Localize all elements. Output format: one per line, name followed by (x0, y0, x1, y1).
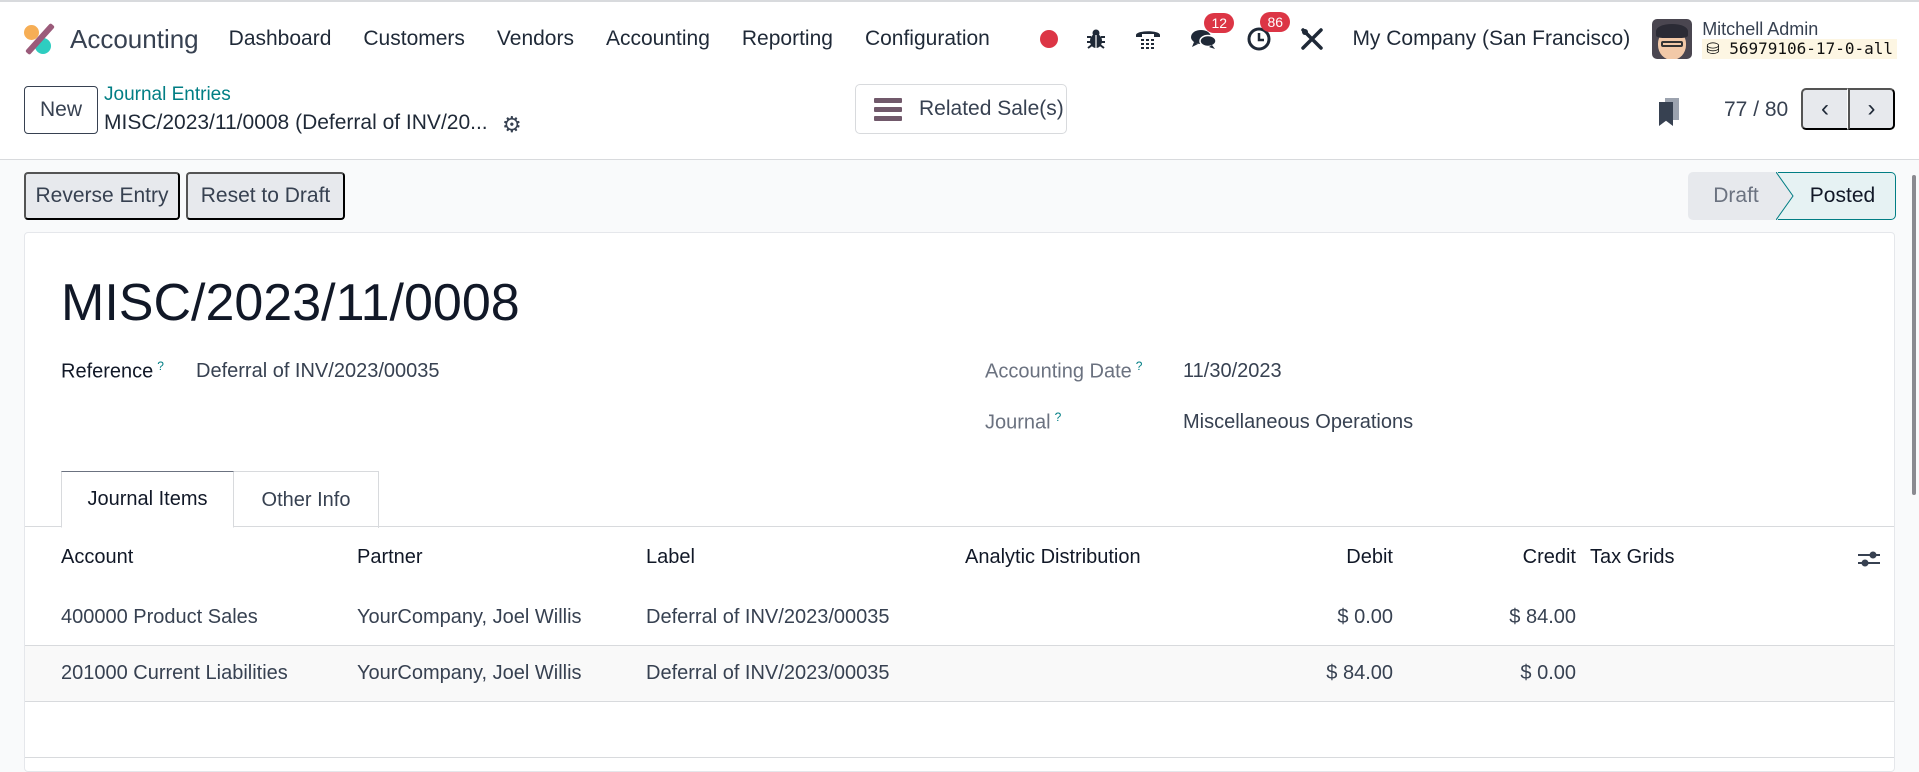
gear-icon[interactable]: ⚙ (502, 112, 522, 138)
database-label: 56979106-17-0-all (1729, 39, 1893, 58)
help-icon[interactable]: ? (157, 359, 164, 373)
menu-customers[interactable]: Customers (363, 27, 465, 51)
column-partner[interactable]: Partner (357, 546, 423, 569)
accounting-date-value[interactable]: 11/30/2023 (1183, 360, 1282, 383)
cell-label: Deferral of INV/2023/00035 (646, 662, 890, 684)
pager-buttons: ‹ › (1801, 88, 1895, 130)
user-name: Mitchell Admin (1702, 19, 1819, 39)
new-button[interactable]: New (24, 86, 98, 134)
cell-account: 400000 Product Sales (61, 606, 258, 628)
breadcrumb-journal-entries[interactable]: Journal Entries (104, 84, 231, 106)
status-arrow-icon (1776, 172, 1794, 220)
systray: 12 86 My Company (San Francisco) Mitchel… (1026, 12, 1897, 59)
table-empty-row[interactable] (25, 702, 1894, 758)
help-icon[interactable]: ? (1136, 359, 1143, 373)
pager-next-button[interactable]: › (1848, 88, 1895, 130)
status-draft[interactable]: Draft (1688, 172, 1778, 220)
form-sheet: MISC/2023/11/0008 Reference? Deferral of… (24, 232, 1895, 772)
activities-badge: 86 (1260, 12, 1291, 32)
tab-other-info[interactable]: Other Info (234, 471, 379, 528)
reference-label: Reference? (61, 359, 164, 383)
menu-vendors[interactable]: Vendors (497, 27, 574, 51)
column-debit[interactable]: Debit (1225, 546, 1393, 569)
table-header: Account Partner Label Analytic Distribut… (25, 528, 1894, 590)
app-brand[interactable]: Accounting (22, 22, 229, 56)
page-scrollbar[interactable] (1912, 175, 1916, 495)
status-bar: Reverse Entry Reset to Draft Draft Poste… (0, 160, 1919, 232)
menu-accounting[interactable]: Accounting (606, 27, 710, 51)
pager-previous-button[interactable]: ‹ (1801, 88, 1848, 130)
tools-icon[interactable] (1300, 27, 1324, 51)
reset-to-draft-button[interactable]: Reset to Draft (186, 172, 345, 220)
optional-columns-icon[interactable] (1858, 550, 1880, 568)
notebook-tabs: Journal Items Other Info (25, 469, 1894, 528)
related-sales-label: Related Sale(s) (919, 97, 1064, 120)
column-credit[interactable]: Credit (1425, 546, 1576, 569)
cell-label: Deferral of INV/2023/00035 (646, 606, 890, 628)
clock-icon[interactable]: 86 (1246, 12, 1291, 52)
database-name: ⛁ 56979106-17-0-all (1702, 39, 1897, 59)
accounting-date-label: Accounting Date? (985, 359, 1143, 383)
user-avatar[interactable] (1652, 19, 1693, 59)
user-menu[interactable]: Mitchell Admin ⛁ 56979106-17-0-all (1702, 19, 1897, 59)
table-row[interactable]: 400000 Product Sales YourCompany, Joel W… (25, 590, 1894, 646)
reference-value[interactable]: Deferral of INV/2023/00035 (196, 360, 440, 383)
pager-value[interactable]: 77 / 80 (1724, 98, 1788, 122)
journal-label: Journal? (985, 410, 1062, 434)
reverse-entry-button[interactable]: Reverse Entry (24, 172, 180, 220)
cell-partner: YourCompany, Joel Willis (357, 606, 582, 628)
cell-debit: $ 0.00 (1337, 606, 1393, 628)
accounting-logo-icon (22, 22, 56, 56)
cell-credit: $ 0.00 (1520, 662, 1576, 684)
bookmark-icon[interactable] (1659, 98, 1679, 126)
column-analytic-distribution[interactable]: Analytic Distribution (965, 546, 1141, 569)
table-row[interactable]: 201000 Current Liabilities YourCompany, … (25, 646, 1894, 702)
column-label[interactable]: Label (646, 546, 695, 569)
journal-value[interactable]: Miscellaneous Operations (1183, 411, 1413, 434)
column-tax-grids[interactable]: Tax Grids (1590, 546, 1674, 569)
company-switcher[interactable]: My Company (San Francisco) (1352, 27, 1630, 51)
status-posted[interactable]: Posted (1778, 172, 1896, 220)
cell-partner: YourCompany, Joel Willis (357, 662, 582, 684)
chevron-right-icon: › (1867, 95, 1876, 122)
menu-reporting[interactable]: Reporting (742, 27, 833, 51)
menu-dashboard[interactable]: Dashboard (229, 27, 332, 51)
status-posted-label: Posted (1809, 184, 1876, 207)
messages-badge: 12 (1204, 13, 1235, 33)
phone-icon[interactable] (1134, 26, 1162, 52)
top-navbar: Accounting Dashboard Customers Vendors A… (0, 0, 1919, 76)
tab-journal-items[interactable]: Journal Items (61, 471, 234, 528)
column-account[interactable]: Account (61, 546, 133, 569)
list-icon (874, 94, 902, 125)
chat-icon[interactable]: 12 (1190, 13, 1235, 51)
bug-icon[interactable] (1086, 28, 1106, 50)
chevron-left-icon: ‹ (1821, 95, 1829, 122)
menu-configuration[interactable]: Configuration (865, 27, 990, 51)
cell-account: 201000 Current Liabilities (61, 662, 288, 684)
control-panel: New Journal Entries MISC/2023/11/0008 (D… (0, 76, 1919, 160)
app-name[interactable]: Accounting (70, 24, 199, 55)
record-dot-icon[interactable] (1040, 30, 1059, 48)
cell-debit: $ 84.00 (1326, 662, 1393, 684)
breadcrumb-current-record: MISC/2023/11/0008 (Deferral of INV/20... (104, 111, 488, 134)
cell-credit: $ 84.00 (1509, 606, 1576, 628)
related-sales-button[interactable]: Related Sale(s) (855, 84, 1067, 134)
help-icon[interactable]: ? (1055, 410, 1062, 424)
database-icon: ⛁ (1706, 39, 1730, 58)
record-title: MISC/2023/11/0008 (61, 274, 520, 332)
